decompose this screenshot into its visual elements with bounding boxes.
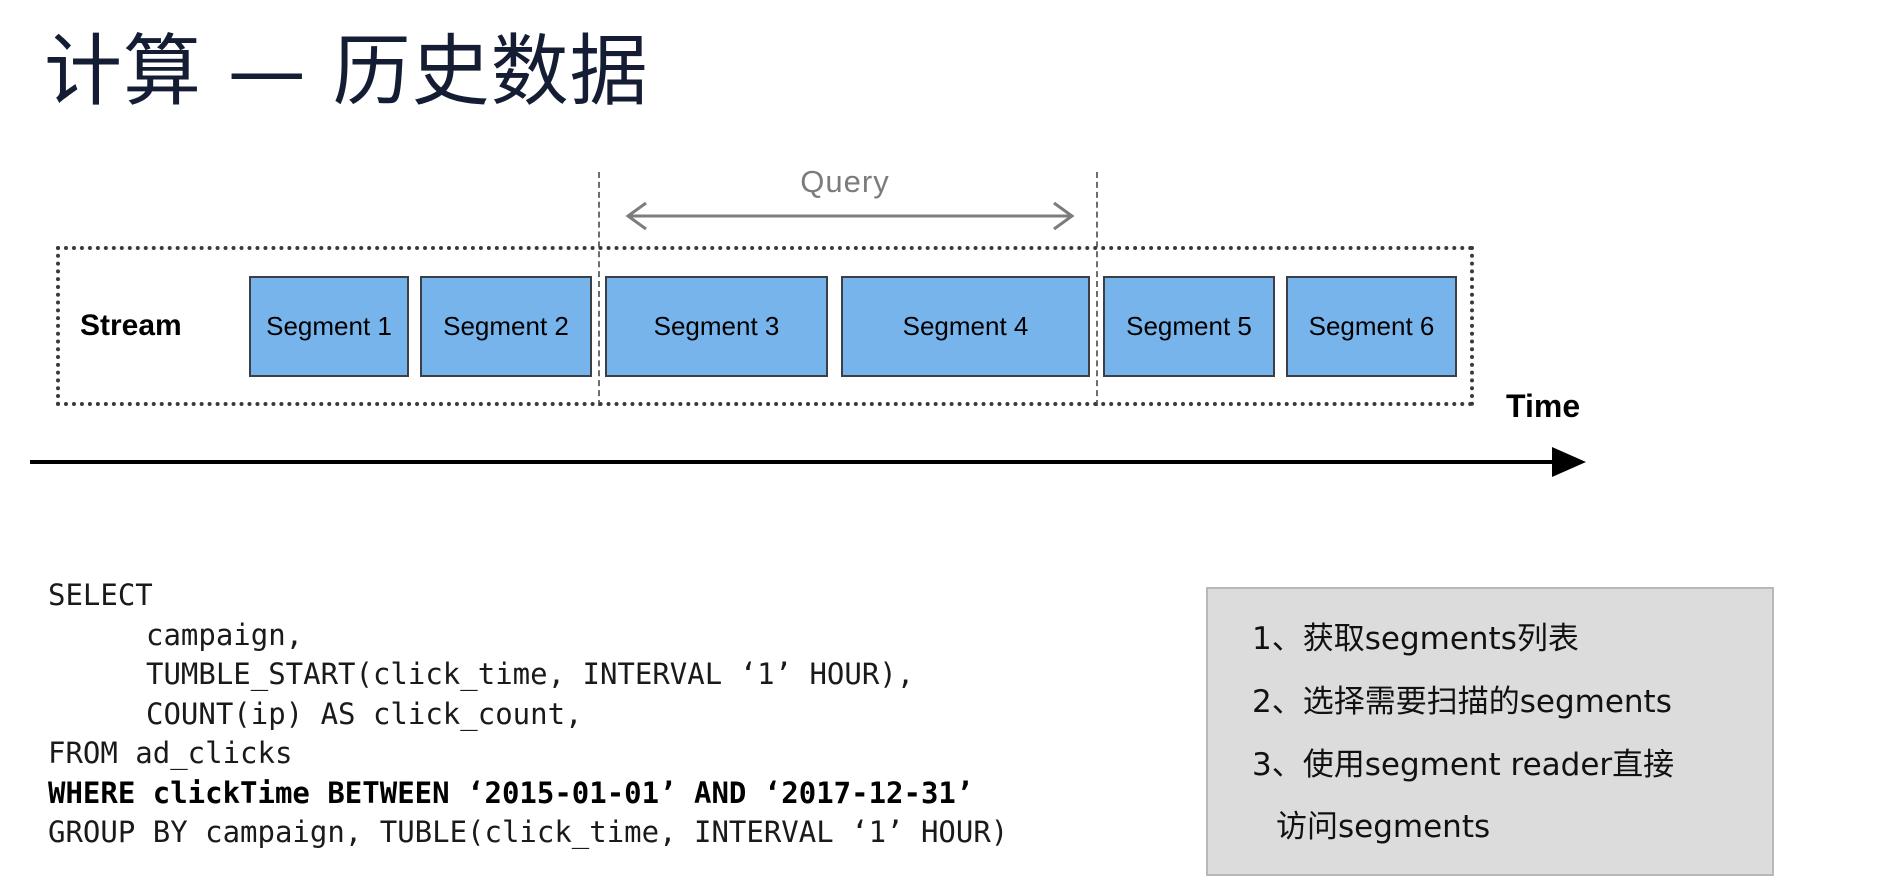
step-1: 1、获取segments列表 bbox=[1252, 621, 1579, 657]
segment-4: Segment 4 bbox=[841, 276, 1090, 377]
segment-5: Segment 5 bbox=[1103, 276, 1275, 377]
stream-label: Stream bbox=[80, 309, 182, 342]
sql-line: GROUP BY campaign, TUBLE(click_time, INT… bbox=[48, 815, 1009, 849]
sql-line: SELECT bbox=[48, 578, 153, 612]
segment-3: Segment 3 bbox=[605, 276, 828, 377]
sql-where-line: WHERE clickTime BETWEEN ‘2015-01-01’ AND… bbox=[48, 775, 974, 810]
time-axis-arrow bbox=[30, 447, 1586, 477]
query-label: Query bbox=[800, 164, 890, 199]
sql-line: FROM ad_clicks bbox=[48, 736, 293, 770]
query-range-arrow bbox=[625, 201, 1075, 231]
sql-line: COUNT(ip) AS click_count, bbox=[146, 696, 583, 731]
segment-1: Segment 1 bbox=[249, 276, 409, 377]
step-3: 3、使用segment reader直接 bbox=[1252, 747, 1675, 783]
sql-line: TUMBLE_START(click_time, INTERVAL ‘1’ HO… bbox=[146, 657, 915, 691]
sql-line: campaign, bbox=[146, 617, 304, 652]
step-2: 2、选择需要扫描的segments bbox=[1252, 684, 1672, 720]
sql-query: SELECT campaign, TUMBLE_START(click_time… bbox=[48, 576, 1008, 853]
segment-6: Segment 6 bbox=[1286, 276, 1457, 377]
page-title: 计算 — 历史数据 bbox=[44, 27, 649, 117]
steps-box: 1、获取segments列表 2、选择需要扫描的segments 3、使用seg… bbox=[1206, 587, 1774, 876]
segment-2: Segment 2 bbox=[420, 276, 592, 377]
step-3-continued: 访问segments bbox=[1276, 809, 1491, 845]
time-label: Time bbox=[1506, 388, 1581, 424]
